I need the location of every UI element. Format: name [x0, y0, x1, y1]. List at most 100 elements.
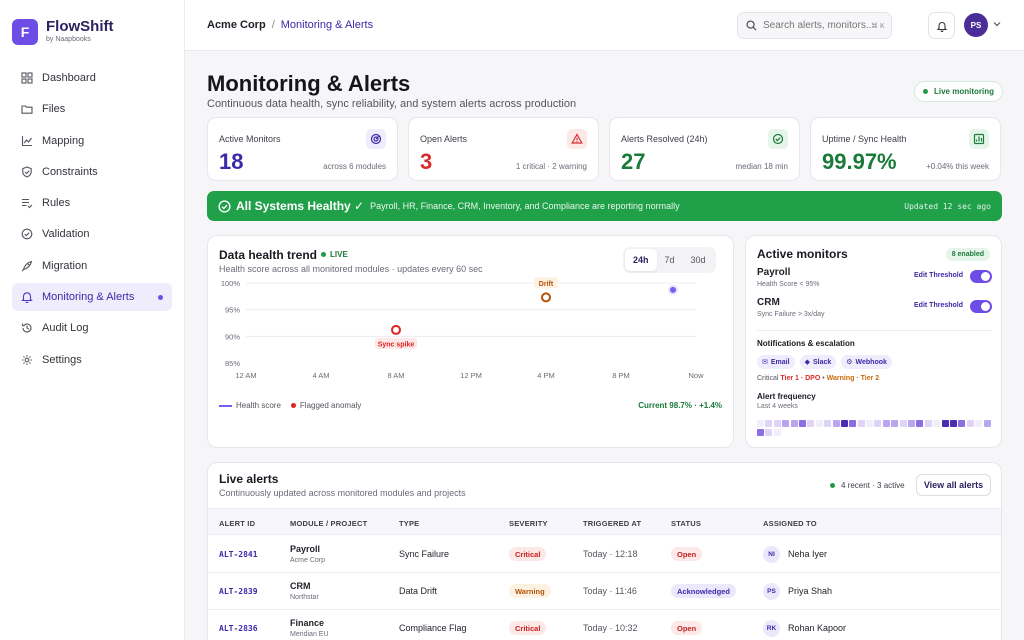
kpi-note: across 6 modules: [323, 162, 386, 171]
alert-frequency-title: Alert frequency: [757, 392, 816, 401]
alert-triggered-at: Today · 12:18: [583, 549, 638, 559]
legend-anomaly-label: Flagged anomaly: [299, 401, 362, 410]
range-24h[interactable]: 24h: [625, 249, 657, 271]
alert-type: Compliance Flag: [399, 623, 467, 633]
anomaly-point: [391, 324, 401, 335]
channel-slack[interactable]: ◆ Slack: [799, 355, 837, 369]
search-shortcut: ⌘ K: [871, 22, 885, 30]
sidebar-item-monitoring-alerts[interactable]: Monitoring & Alerts: [12, 283, 172, 312]
x-tick-label: 4 AM: [312, 371, 329, 380]
channel-webhook[interactable]: ⚙ Webhook: [841, 355, 892, 369]
escalation-critical-path: Tier 1 · DPO: [780, 375, 821, 382]
alert-module: Finance: [290, 618, 325, 628]
alerts-meta-text: 4 recent · 3 active: [841, 481, 905, 490]
sidebar-item-constraints[interactable]: Constraints: [12, 158, 172, 186]
channel-email[interactable]: ✉ Email: [757, 355, 795, 369]
sidebar-item-mapping[interactable]: Mapping: [12, 127, 172, 155]
status-badge: Open: [671, 621, 703, 635]
notifications-button[interactable]: [928, 12, 955, 39]
sidebar-item-files[interactable]: Files: [12, 95, 172, 123]
channel-label: Slack: [812, 358, 832, 366]
heatmap-cell: [840, 420, 848, 427]
kpi-label: Active Monitors: [219, 134, 281, 144]
sidebar-item-label: Audit Log: [42, 322, 89, 335]
current-point: [668, 284, 678, 295]
kpi-value: 27: [621, 149, 646, 174]
range-30d[interactable]: 30d: [683, 249, 714, 271]
monitor-rule: Sync Failure > 3x/day: [757, 311, 825, 318]
kpi-open-alerts: Open Alerts 3 1 critical · 2 warning: [408, 117, 599, 181]
system-status-banner: All Systems Healthy ✓ Payroll, HR, Finan…: [207, 191, 1002, 221]
brand[interactable]: F FlowShift by Naapbooks: [12, 19, 114, 45]
list-check-icon: [21, 197, 33, 209]
search-input[interactable]: [763, 20, 871, 31]
sidebar-item-validation[interactable]: Validation: [12, 220, 172, 248]
table-row[interactable]: ALT-2839 CRM Northstar Data Drift Warning Tod…: [208, 573, 1001, 610]
data-health-trend-card: Data health trend LIVE Health score acro…: [207, 235, 734, 448]
sidebar-item-migration[interactable]: Migration: [12, 252, 172, 280]
user-avatar[interactable]: PS: [964, 13, 988, 37]
sidebar-item-label: Constraints: [42, 165, 98, 178]
brand-name: FlowShift: [46, 18, 114, 35]
sidebar-item-settings[interactable]: Settings: [12, 346, 172, 374]
kpi-value: 3: [420, 149, 433, 174]
alert-project: Acme Corp: [290, 557, 326, 564]
sidebar-item-label: Monitoring & Alerts: [42, 291, 135, 304]
channel-label: Webhook: [855, 358, 887, 366]
sidebar-item-dashboard[interactable]: Dashboard: [12, 64, 172, 92]
column-header[interactable]: SEVERITY: [509, 519, 548, 528]
column-header[interactable]: STATUS: [671, 519, 701, 528]
kpi-value: 99.97%: [822, 149, 897, 174]
page-title: Monitoring & Alerts: [207, 71, 411, 96]
chart-current-value: Current 98.7% · +1.4%: [638, 401, 722, 410]
sidebar-item-rules[interactable]: Rules: [12, 189, 172, 217]
heatmap-cell: [857, 420, 865, 427]
chevron-down-icon[interactable]: [993, 21, 1001, 27]
alert-project: Meridian EU: [290, 631, 329, 638]
health-trend-chart: 100% 95% 90% 85% 12 AM 4 AM 8 AM 12 PM 4 PM 8 PM N…: [221, 277, 704, 380]
table-row[interactable]: ALT-2836 Finance Meridian EU Compliance Fla…: [208, 610, 1001, 640]
chart-subtitle: Health score across all monitored module…: [219, 264, 483, 274]
banner-updated: Updated 12 sec ago: [904, 201, 991, 211]
alert-triggered-at: Today · 10:32: [583, 623, 638, 633]
search-box[interactable]: ⌘ K: [737, 12, 892, 39]
heatmap-cell: [966, 420, 974, 427]
alerts-title: Live alerts: [219, 472, 279, 486]
monitor-crm: CRM Sync Failure > 3x/day Edit Threshold: [757, 297, 992, 323]
shield-icon: [21, 166, 33, 178]
rocket-icon: [21, 260, 33, 272]
column-header[interactable]: ALERT ID: [219, 519, 255, 528]
sidebar-item-audit-log[interactable]: Audit Log: [12, 314, 172, 342]
view-all-alerts-button[interactable]: View all alerts: [916, 474, 991, 496]
y-tick-label: 85%: [225, 359, 240, 368]
alerts-meta: 4 recent · 3 active: [830, 481, 905, 490]
column-header[interactable]: TYPE: [399, 519, 419, 528]
alert-id-link[interactable]: ALT-2839: [219, 587, 258, 596]
edit-threshold-link[interactable]: Edit Threshold: [914, 302, 963, 309]
chart-legend: Health score Flagged anomaly: [219, 401, 361, 410]
monitor-toggle[interactable]: [970, 270, 992, 283]
kpi-note: median 18 min: [735, 162, 788, 171]
breadcrumb-root[interactable]: Acme Corp: [207, 19, 266, 31]
alert-id-link[interactable]: ALT-2841: [219, 550, 258, 559]
edit-threshold-link[interactable]: Edit Threshold: [914, 272, 963, 279]
heatmap-cell: [899, 420, 907, 427]
table-row[interactable]: ALT-2841 Payroll Acme Corp Sync Failure Crit…: [208, 536, 1001, 573]
column-header[interactable]: TRIGGERED AT: [583, 519, 641, 528]
heatmap-cell: [882, 420, 890, 427]
active-monitors-card: Active monitors 8 enabled Payroll Health …: [745, 235, 1002, 448]
monitor-toggle[interactable]: [970, 300, 992, 313]
kpi-label: Uptime / Sync Health: [822, 134, 907, 144]
column-header[interactable]: ASSIGNED TO: [763, 519, 817, 528]
alert-id-link[interactable]: ALT-2836: [219, 624, 258, 633]
heatmap-cell: [790, 420, 798, 427]
column-header[interactable]: MODULE / PROJECT: [290, 519, 367, 528]
heatmap-cell: [824, 420, 832, 427]
range-7d[interactable]: 7d: [657, 249, 683, 271]
chart-up-icon: [969, 129, 989, 149]
status-dot: [830, 483, 835, 488]
bell-icon: [936, 21, 947, 32]
heatmap-cell: [849, 420, 857, 427]
alerts-table-header: ALERT ID MODULE / PROJECT TYPE SEVERITY TRIG…: [208, 508, 1001, 535]
x-tick-label: 8 AM: [387, 371, 404, 380]
